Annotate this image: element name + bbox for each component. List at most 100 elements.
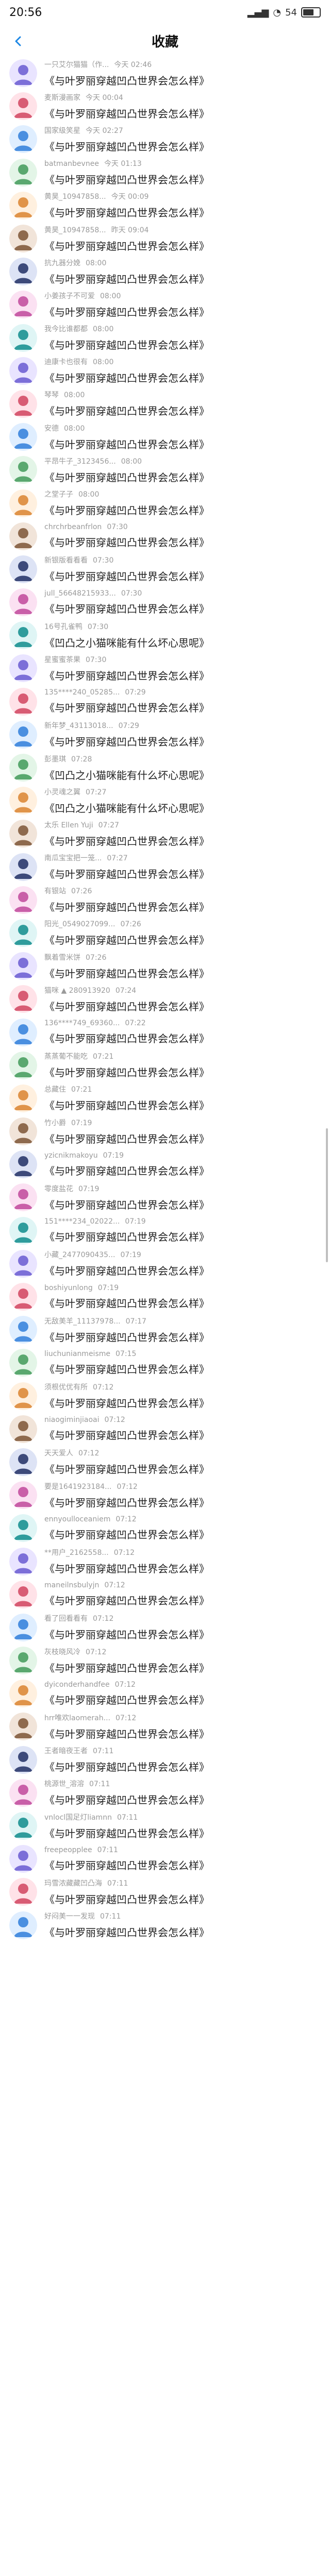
avatar[interactable] [9, 1514, 37, 1543]
avatar[interactable] [9, 1117, 37, 1146]
list-item[interactable]: 有银站 07:26 《与叶罗丽穿越凹凸世界会怎么样》 [0, 884, 330, 917]
message-text[interactable]: 《与叶罗丽穿越凹凸世界会怎么样》 [44, 1361, 318, 1376]
message-text[interactable]: 《与叶罗丽穿越凹凸世界会怎么样》 [44, 1427, 318, 1442]
avatar[interactable] [9, 1415, 37, 1443]
sender-name[interactable]: 136****749_69360... [44, 1019, 120, 1027]
sender-name[interactable]: 小姜孩子不可爱 [44, 291, 95, 301]
message-text[interactable]: 《与叶罗丽穿越凹凸世界会怎么样》 [44, 1726, 318, 1741]
avatar[interactable] [9, 291, 37, 319]
list-item[interactable]: 须根优优有所 07:12 《与叶罗丽穿越凹凸世界会怎么样》 [0, 1380, 330, 1413]
message-text[interactable]: 《与叶罗丽穿越凹凸世界会怎么样》 [44, 1592, 318, 1607]
avatar[interactable] [9, 1448, 37, 1476]
avatar[interactable] [9, 886, 37, 914]
sender-name[interactable]: 一只艾尔猫猫（作... [44, 59, 109, 70]
list-item[interactable]: 猫咪 ▲ 280913920 07:24 《与叶罗丽穿越凹凸世界会怎么样》 [0, 982, 330, 1015]
sender-name[interactable]: 新银版看看看 [44, 555, 88, 565]
avatar[interactable] [9, 1680, 37, 1708]
message-text[interactable]: 《与叶罗丽穿越凹凸世界会怎么样》 [44, 73, 318, 88]
avatar[interactable] [9, 1084, 37, 1112]
avatar[interactable] [9, 1216, 37, 1245]
list-item[interactable]: jull_56648215933... 07:30 《与叶罗丽穿越凹凸世界会怎么样》 [0, 586, 330, 619]
avatar[interactable] [9, 1647, 37, 1675]
sender-name[interactable]: 黄昊_10947858... [44, 225, 106, 235]
list-item[interactable]: 新年梦_43113018... 07:29 《与叶罗丽穿越凹凸世界会怎么样》 [0, 718, 330, 751]
list-item[interactable]: ennyoulloceaniem 07:12 《与叶罗丽穿越凹凸世界会怎么样》 [0, 1512, 330, 1545]
sender-name[interactable]: batmanbevnee [44, 160, 99, 168]
message-text[interactable]: 《与叶罗丽穿越凹凸世界会怎么样》 [44, 1792, 318, 1807]
message-text[interactable]: 《与叶罗丽穿越凹凸世界会怎么样》 [44, 1329, 318, 1344]
message-text[interactable]: 《与叶罗丽穿越凹凸世界会怎么样》 [44, 734, 318, 749]
list-item[interactable]: 黄昊_10947858... 今天 00:09 《与叶罗丽穿越凹凸世界会怎么样》 [0, 189, 330, 222]
avatar[interactable] [9, 258, 37, 286]
sender-name[interactable]: 国家级笑星 [44, 125, 80, 135]
avatar[interactable] [9, 787, 37, 815]
avatar[interactable] [9, 853, 37, 881]
sender-name[interactable]: 新年梦_43113018... [44, 720, 113, 731]
avatar[interactable] [9, 985, 37, 1013]
list-item[interactable]: 小藏_2477090435... 07:19 《与叶罗丽穿越凹凸世界会怎么样》 [0, 1247, 330, 1280]
message-text[interactable]: 《与叶罗丽穿越凹凸世界会怎么样》 [44, 668, 318, 683]
avatar[interactable] [9, 1249, 37, 1278]
sender-name[interactable]: 阳光_0549027099... [44, 919, 115, 929]
avatar[interactable] [9, 1778, 37, 1807]
sender-name[interactable]: 零度盐花 [44, 1183, 73, 1194]
avatar[interactable] [9, 191, 37, 219]
message-text[interactable]: 《与叶罗丽穿越凹凸世界会怎么样》 [44, 469, 318, 484]
avatar[interactable] [9, 1481, 37, 1510]
scrollbar[interactable] [326, 1128, 328, 1262]
avatar[interactable] [9, 1713, 37, 1741]
list-item[interactable]: 太乐 Ellen Yuji 07:27 《与叶罗丽穿越凹凸世界会怎么样》 [0, 817, 330, 850]
avatar[interactable] [9, 158, 37, 187]
list-item[interactable]: 135****240_05285... 07:29 《与叶罗丽穿越凹凸世界会怎么样》 [0, 685, 330, 718]
avatar[interactable] [9, 456, 37, 484]
sender-name[interactable]: 黄昊_10947858... [44, 191, 106, 201]
list-item[interactable]: 小灵魂之翼 07:27 《凹凸之小猫咪能有什么坏心思呢》 [0, 784, 330, 817]
message-text[interactable]: 《与叶罗丽穿越凹凸世界会怎么样》 [44, 1495, 318, 1510]
message-text[interactable]: 《凹凸之小猫咪能有什么坏心思呢》 [44, 767, 318, 782]
avatar[interactable] [9, 1349, 37, 1377]
message-text[interactable]: 《与叶罗丽穿越凹凸世界会怎么样》 [44, 370, 318, 385]
message-text[interactable]: 《与叶罗丽穿越凹凸世界会怎么样》 [44, 337, 318, 352]
avatar[interactable] [9, 1283, 37, 1311]
list-item[interactable]: 迪康卡也很有 08:00 《与叶罗丽穿越凹凸世界会怎么样》 [0, 354, 330, 387]
avatar[interactable] [9, 1745, 37, 1774]
list-item[interactable]: liuchunianmeisme 07:15 《与叶罗丽穿越凹凸世界会怎么样》 [0, 1346, 330, 1379]
list-item[interactable]: 麦斯漫画家 今天 00:04 《与叶罗丽穿越凹凸世界会怎么样》 [0, 90, 330, 123]
message-text[interactable]: 《与叶罗丽穿越凹凸世界会怎么样》 [44, 1924, 318, 1939]
sender-name[interactable]: 好闷美一一发现 [44, 1911, 95, 1921]
message-text[interactable]: 《与叶罗丽穿越凹凸世界会怎么样》 [44, 403, 318, 418]
sender-name[interactable]: 迪康卡也很有 [44, 357, 88, 367]
sender-name[interactable]: niaogiminjiaoai [44, 1416, 99, 1424]
avatar[interactable] [9, 92, 37, 121]
list-item[interactable]: 琴琴 08:00 《与叶罗丽穿越凹凸世界会怎么样》 [0, 387, 330, 420]
sender-name[interactable]: 桃源世_溶溶 [44, 1778, 84, 1789]
message-text[interactable]: 《与叶罗丽穿越凹凸世界会怎么样》 [44, 1759, 318, 1774]
message-text[interactable]: 《与叶罗丽穿越凹凸世界会怎么样》 [44, 833, 318, 848]
message-text[interactable]: 《凹凸之小猫咪能有什么坏心思呢》 [44, 635, 318, 650]
sender-name[interactable]: boshiyunlong [44, 1284, 93, 1292]
avatar[interactable] [9, 489, 37, 517]
avatar[interactable] [9, 919, 37, 947]
avatar[interactable] [9, 1845, 37, 1873]
sender-name[interactable]: 星蜜蜜茶果 [44, 654, 80, 665]
list-item[interactable]: 黄昊_10947858... 昨天 09:04 《与叶罗丽穿越凹凸世界会怎么样》 [0, 222, 330, 255]
message-text[interactable]: 《与叶罗丽穿越凹凸世界会怎么样》 [44, 1064, 318, 1079]
message-text[interactable]: 《与叶罗丽穿越凹凸世界会怎么样》 [44, 1097, 318, 1112]
message-text[interactable]: 《与叶罗丽穿越凹凸世界会怎么样》 [44, 601, 318, 616]
avatar[interactable] [9, 125, 37, 154]
message-text[interactable]: 《与叶罗丽穿越凹凸世界会怎么样》 [44, 1263, 318, 1278]
list-item[interactable]: dyiconderhandfee 07:12 《与叶罗丽穿越凹凸世界会怎么样》 [0, 1677, 330, 1710]
sender-name[interactable]: 飘着雪米饼 [44, 952, 80, 962]
list-item[interactable]: 阳光_0549027099... 07:26 《与叶罗丽穿越凹凸世界会怎么样》 [0, 917, 330, 950]
sender-name[interactable]: 王者暗夜王者 [44, 1745, 88, 1756]
avatar[interactable] [9, 522, 37, 550]
message-text[interactable]: 《与叶罗丽穿越凹凸世界会怎么样》 [44, 205, 318, 219]
message-text[interactable]: 《与叶罗丽穿越凹凸世界会怎么样》 [44, 1461, 318, 1476]
list-item[interactable]: yzicnikmakoyu 07:19 《与叶罗丽穿越凹凸世界会怎么样》 [0, 1148, 330, 1181]
message-text[interactable]: 《与叶罗丽穿越凹凸世界会怎么样》 [44, 1891, 318, 1906]
sender-name[interactable]: chrchrbeanfrlon [44, 523, 102, 531]
sender-name[interactable]: freepeopplee [44, 1846, 92, 1854]
sender-name[interactable]: 135****240_05285... [44, 688, 120, 697]
avatar[interactable] [9, 1183, 37, 1212]
avatar[interactable] [9, 1911, 37, 1939]
